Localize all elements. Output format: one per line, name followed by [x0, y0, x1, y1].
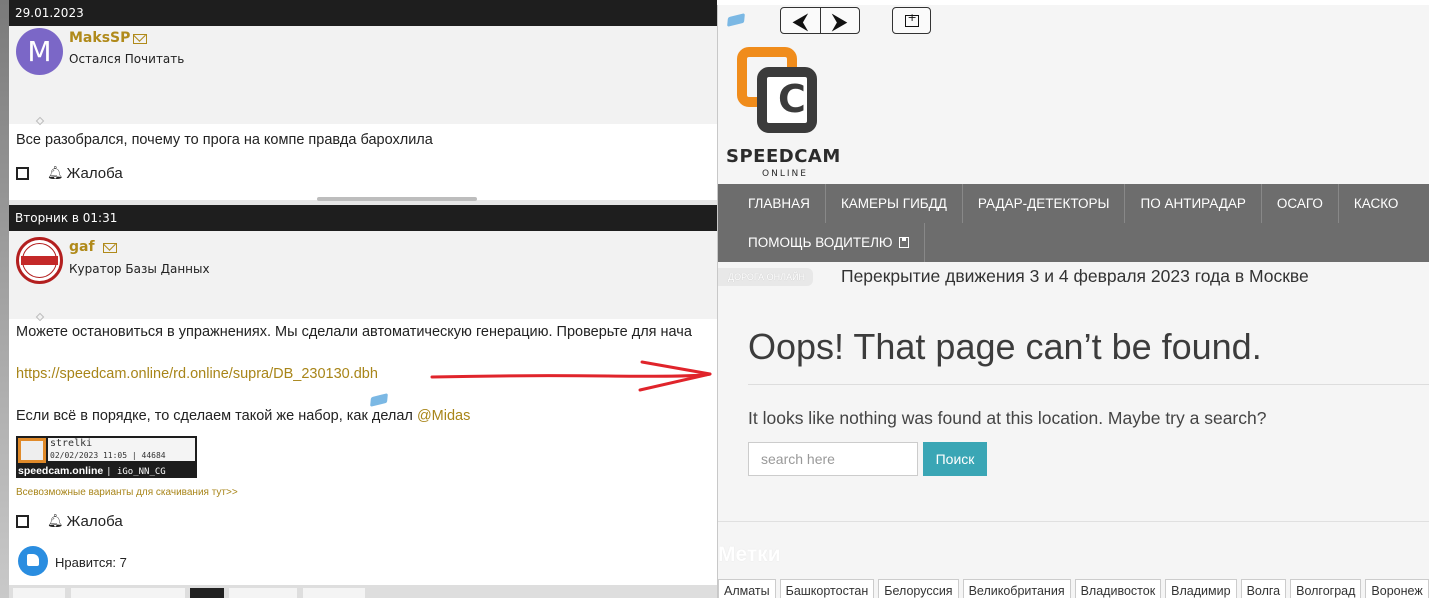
tag-item[interactable]: Владимир: [1165, 579, 1237, 598]
nav-item-kasko[interactable]: КАСКО: [1337, 184, 1414, 223]
db-link[interactable]: https://speedcam.online/rd.online/supra/…: [16, 366, 378, 382]
scrollbar[interactable]: [317, 197, 477, 201]
divider: [748, 384, 1429, 385]
like-thumb-icon[interactable]: [18, 546, 48, 576]
username[interactable]: MaksSP: [69, 30, 130, 46]
user-mention[interactable]: @Midas: [417, 408, 470, 424]
nav-row: ГЛАВНАЯ КАМЕРЫ ГИБДД РАДАР-ДЕТЕКТОРЫ ПО …: [733, 184, 1413, 223]
post-date: Вторник в 01:31: [9, 205, 717, 231]
arrow-tip-icon: [35, 312, 45, 322]
post-actions: 🔔︎ Жалоба: [16, 511, 123, 531]
nav-item-home[interactable]: ГЛАВНАЯ: [733, 184, 825, 223]
nav-item-osago[interactable]: ОСАГО: [1260, 184, 1338, 223]
forum-panel: 29.01.2023 M MaksSP Остался Почитать Все…: [0, 0, 717, 598]
window-plus-icon: [904, 11, 919, 27]
post-author-block: gaf Куратор Базы Данных: [9, 231, 717, 322]
footer-block: [303, 588, 365, 598]
select-checkbox[interactable]: [16, 514, 29, 528]
forum-post: Вторник в 01:31 gaf Куратор Базы Данных …: [9, 205, 717, 585]
complaint-link[interactable]: Жалоба: [67, 513, 123, 530]
avatar[interactable]: M: [16, 28, 63, 75]
post-date: 29.01.2023: [9, 0, 717, 26]
footer-block-dark: [190, 588, 224, 598]
forum-post: 29.01.2023 M MaksSP Остался Почитать Все…: [9, 0, 717, 201]
mail-icon[interactable]: [103, 243, 117, 253]
post-message: Можете остановиться в упражнениях. Мы сд…: [16, 324, 692, 340]
post-message-2: Если всё в порядке, то сделаем такой же …: [16, 408, 470, 424]
cursor-app-icon: [370, 393, 388, 407]
news-badge[interactable]: ДОРОГА ОНЛАЙН: [718, 268, 814, 286]
user-role: Куратор Базы Данных: [69, 262, 210, 276]
app-icon: [727, 13, 745, 27]
select-checkbox[interactable]: [16, 166, 29, 180]
back-arrow-icon[interactable]: ⮜: [781, 8, 821, 33]
logo-c-letter: C: [778, 77, 806, 121]
signature-site: speedcam.online | iGo_NN_CG: [18, 465, 166, 477]
tag-item[interactable]: Алматы: [718, 579, 776, 598]
signature-meta: 02/02/2023 11:05 | 44684: [50, 451, 166, 460]
tag-item[interactable]: Владивосток: [1074, 579, 1162, 598]
post-author-block: M MaksSP Остался Почитать: [9, 26, 717, 126]
arrow-tip-icon: [35, 116, 45, 126]
forward-arrow-icon[interactable]: ⮞: [821, 8, 860, 33]
nav-row: ПОМОЩЬ ВОДИТЕЛЮ: [733, 223, 925, 262]
tag-item[interactable]: Великобритания: [962, 579, 1071, 598]
tag-item[interactable]: Волга: [1240, 579, 1287, 598]
error-message: It looks like nothing was found at this …: [748, 408, 1267, 428]
nav-buttons: ⮜ ⮞: [780, 7, 860, 34]
avatar-bar: [21, 256, 58, 265]
logo-subtext: ONLINE: [762, 169, 808, 179]
tag-item[interactable]: Воронеж: [1365, 579, 1429, 598]
username[interactable]: gaf: [69, 239, 95, 255]
download-link[interactable]: Всевозможные варианты для скачивания тут…: [16, 487, 238, 498]
tag-item[interactable]: Волгоград: [1290, 579, 1362, 598]
footer-block: [71, 588, 185, 598]
browser-toolbar: ⮜ ⮞: [718, 5, 1429, 36]
user-role: Остался Почитать: [69, 52, 185, 66]
signature-site-name: speedcam.online: [18, 465, 104, 477]
footer-block: [13, 588, 65, 598]
tag-cloud: Алматы Башкортостан Белоруссия Великобри…: [718, 579, 1429, 598]
signature-name: strelki: [50, 438, 93, 449]
news-badge-label: ДОРОГА ОНЛАЙН: [728, 272, 806, 282]
speedcam-logo-icon: [18, 438, 46, 463]
tags-heading: Метки: [718, 543, 781, 566]
nav-item-radar-detectors[interactable]: РАДАР-ДЕТЕКТОРЫ: [961, 184, 1125, 223]
post-message: Все разобрался, почему то прога на компе…: [16, 132, 433, 148]
mail-icon[interactable]: [133, 34, 147, 44]
nav-item-label: ПОМОЩЬ ВОДИТЕЛЮ: [748, 235, 893, 250]
message-text: Если всё в порядке, то сделаем такой же …: [16, 408, 413, 424]
signature-banner[interactable]: strelki 02/02/2023 11:05 | 44684 speedca…: [16, 436, 197, 478]
footer-block: [229, 588, 297, 598]
main-navigation: ГЛАВНАЯ КАМЕРЫ ГИБДД РАДАР-ДЕТЕКТОРЫ ПО …: [718, 184, 1429, 262]
red-arrow-annotation: [430, 360, 712, 392]
site-logo[interactable]: C SPEEDCAM ONLINE: [726, 45, 841, 179]
likes-count[interactable]: Нравится: 7: [55, 555, 127, 570]
tag-item[interactable]: Белоруссия: [878, 579, 959, 598]
signature-suffix: | iGo_NN_CG: [106, 467, 166, 477]
nav-item-cameras[interactable]: КАМЕРЫ ГИБДД: [824, 184, 962, 223]
new-window-button[interactable]: [892, 7, 931, 34]
news-ticker-title[interactable]: Перекрытие движения 3 и 4 февраля 2023 г…: [841, 266, 1309, 287]
forum-footer-strip: [9, 585, 717, 598]
bell-icon[interactable]: 🔔︎: [47, 165, 64, 181]
page-title: Oops! That page can’t be found.: [748, 326, 1262, 367]
search-input[interactable]: [748, 442, 918, 476]
nav-item-driver-help[interactable]: ПОМОЩЬ ВОДИТЕЛЮ: [733, 223, 925, 262]
complaint-link[interactable]: Жалоба: [67, 165, 123, 182]
browser-window: ⮜ ⮞ C SPEEDCAM ONLINE ГЛАВНАЯ КАМЕРЫ ГИБ…: [717, 5, 1429, 598]
signature-info: strelki 02/02/2023 11:05 | 44684: [48, 438, 195, 461]
floppy-icon: [898, 237, 909, 248]
nav-item-antiradar-software[interactable]: ПО АНТИРАДАР: [1124, 184, 1260, 223]
search-button[interactable]: Поиск: [923, 442, 987, 476]
tag-item[interactable]: Башкортостан: [779, 579, 875, 598]
logo-text: SPEEDCAM: [726, 146, 841, 167]
avatar[interactable]: [16, 237, 63, 284]
window-edge: [0, 0, 9, 598]
bell-icon[interactable]: 🔔︎: [47, 513, 64, 529]
divider: [718, 521, 1429, 522]
post-actions: 🔔︎ Жалоба: [16, 163, 123, 183]
